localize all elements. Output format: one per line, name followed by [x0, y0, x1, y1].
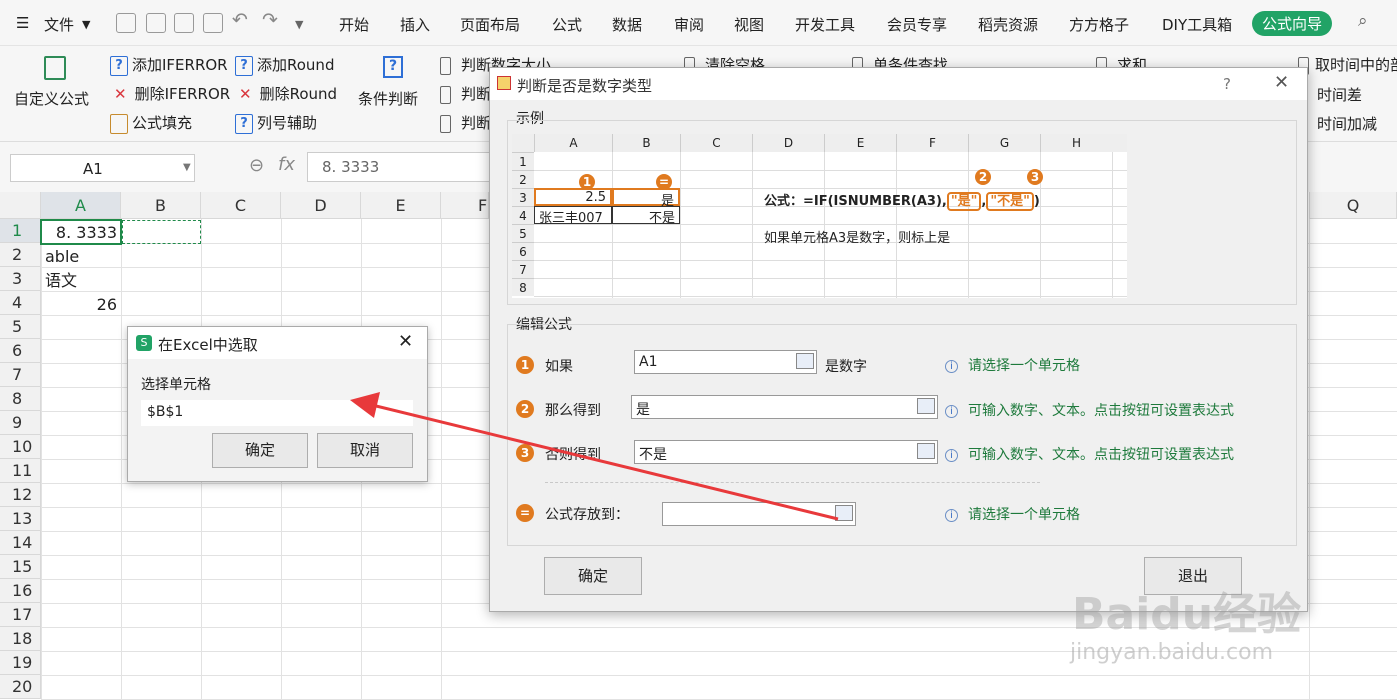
watermark-url: jingyan.baidu.com	[1070, 640, 1274, 665]
watermark-logo: Baidu经验	[1072, 589, 1302, 640]
